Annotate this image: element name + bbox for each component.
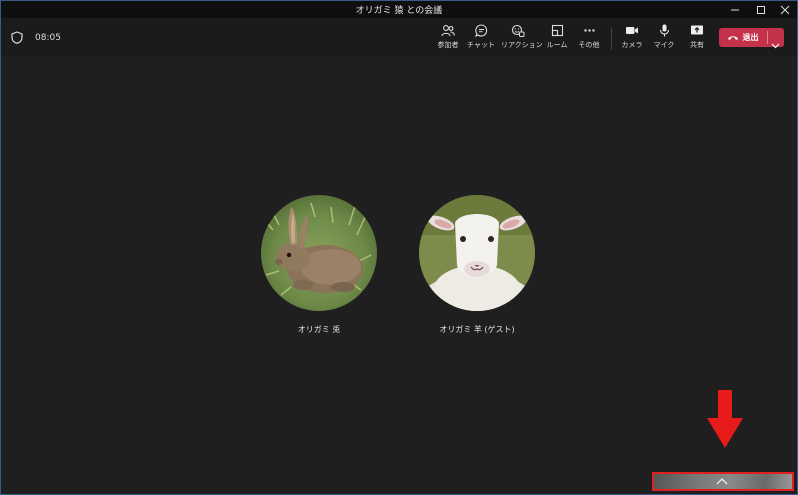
phone-icon (727, 35, 738, 40)
rooms-label: ルーム (546, 41, 568, 49)
app-frame (0, 0, 798, 495)
share-label: 共有 (690, 41, 704, 49)
mic-icon (659, 24, 669, 37)
meeting-timer: 08:05 (35, 33, 61, 43)
participant-avatar-sheep[interactable] (419, 195, 535, 311)
mic-button[interactable]: マイク (647, 24, 681, 50)
room-icon (551, 24, 563, 37)
reactions-button[interactable]: リアクション (501, 24, 543, 50)
reactions-label: リアクション (501, 41, 543, 49)
sheep-photo (419, 195, 535, 311)
shield-icon (11, 31, 23, 44)
chat-label: チャット (467, 41, 495, 49)
leave-options-button[interactable] (771, 34, 780, 53)
participants-label: 参加者 (437, 41, 459, 49)
reaction-icon (511, 24, 525, 37)
arrow-down-icon (707, 390, 743, 448)
maximize-icon (757, 5, 765, 14)
participant-avatar-rabbit[interactable] (261, 195, 377, 311)
mic-label: マイク (653, 41, 675, 49)
more-button[interactable]: その他 (572, 24, 606, 50)
participant-name-sheep: オリガミ 羊 (ゲスト) (439, 325, 515, 334)
more-label: その他 (578, 41, 600, 49)
chat-button[interactable]: チャット (464, 24, 498, 50)
leave-button[interactable]: 退出 (719, 28, 766, 47)
maximize-button[interactable] (749, 1, 773, 18)
meeting-toolbar: 08:05 参加者 チャット リアクション ルーム その他 カメラ マイク 共有 (1, 18, 797, 56)
close-button[interactable] (773, 1, 797, 18)
rabbit-photo (261, 195, 377, 311)
minimize-icon (731, 9, 739, 10)
more-icon (583, 29, 595, 32)
title-bar: オリガミ 猿 との会議 (1, 1, 797, 18)
close-icon (780, 5, 790, 14)
minimize-button[interactable] (723, 1, 747, 18)
share-icon (691, 25, 703, 35)
chevron-up-icon (716, 478, 728, 485)
leave-button-group: 退出 (719, 28, 784, 49)
toolbar-divider (611, 28, 612, 50)
camera-label: カメラ (621, 41, 643, 49)
window-title: オリガミ 猿 との会議 (355, 6, 443, 16)
camera-button[interactable]: カメラ (615, 24, 649, 50)
share-button[interactable]: 共有 (680, 24, 714, 50)
camera-icon (626, 27, 638, 34)
chat-icon (474, 24, 487, 37)
leave-separator (767, 31, 768, 44)
expand-controls-bar[interactable] (652, 472, 794, 491)
rooms-button[interactable]: ルーム (540, 24, 574, 50)
people-icon (441, 25, 455, 37)
chevron-down-icon (771, 43, 780, 49)
participants-button[interactable]: 参加者 (431, 24, 465, 50)
participant-name-rabbit: オリガミ 兎 (297, 325, 341, 334)
leave-label: 退出 (742, 33, 759, 42)
